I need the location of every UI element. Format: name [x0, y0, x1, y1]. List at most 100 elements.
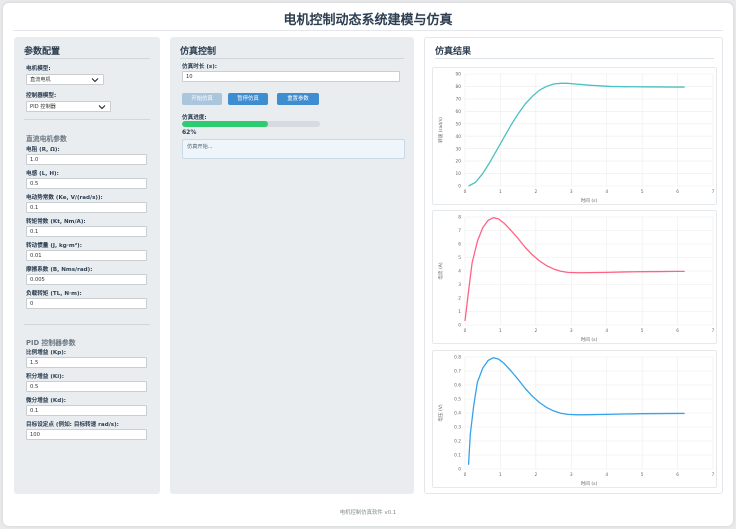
param-label-load-torque: 负载转矩 (TL, N·m): — [26, 291, 82, 297]
page-title: 电机控制动态系统建模与仿真 — [283, 13, 453, 28]
y-tick-label: 70 — [456, 96, 462, 102]
x-tick-label: 5 — [641, 189, 644, 195]
speed-chart-svg: 0 10 20 30 40 50 60 70 80 90 0 1 2 3 4 5 6 7 时间 (s) 转速 (rad… — [437, 72, 715, 204]
y-tick-label: 50 — [456, 121, 462, 127]
param-label-kd: 微分增益 (Kd): — [26, 398, 67, 404]
config-panel: 参数配置 电机模型: 直流电机 控制器模型: PID 控制器 直流电机参数 电阻… — [14, 37, 160, 494]
y-tick-label: 0 — [458, 467, 461, 473]
chevron-down-icon — [91, 78, 99, 83]
results-title-divider — [435, 58, 714, 59]
y-axis-title: 电压 (V) — [437, 404, 444, 422]
y-tick-label: 30 — [456, 146, 462, 152]
control-panel: 仿真控制 仿真时长 (s): 10 开始仿真 暂停仿真 重置参数 仿真进度: 6… — [170, 37, 414, 494]
motor-type-select[interactable]: 直流电机 — [26, 74, 104, 85]
load-torque-input[interactable]: 0 — [26, 298, 147, 309]
x-axis-title: 时间 (s) — [581, 480, 598, 487]
y-tick-label: 0.5 — [454, 397, 461, 403]
motor-params-heading: 直流电机参数 — [26, 135, 67, 143]
x-tick-label: 0 — [464, 189, 467, 195]
x-tick-label: 4 — [605, 189, 608, 195]
kd-input[interactable]: 0.1 — [26, 405, 147, 416]
ki-input[interactable]: 0.5 — [26, 381, 147, 392]
x-tick-label: 7 — [712, 328, 715, 334]
duration-input[interactable]: 10 — [182, 71, 400, 82]
x-tick-label: 3 — [570, 328, 573, 334]
y-tick-label: 4 — [458, 269, 461, 275]
inertia-input[interactable]: 0.01 — [26, 250, 147, 261]
y-tick-label: 40 — [456, 134, 462, 140]
x-tick-label: 6 — [676, 328, 679, 334]
voltage-chart-svg: 0 0.1 0.2 0.3 0.4 0.5 0.6 0.7 0.8 0 1 2 3 4 5 6 7 时间 (s) 电… — [437, 355, 715, 487]
param-label-inertia: 转动惯量 (J, kg·m²): — [26, 243, 82, 249]
y-tick-label: 10 — [456, 171, 462, 177]
pause-simulation-button[interactable]: 暂停仿真 — [228, 93, 268, 105]
y-tick-label: 8 — [458, 215, 461, 221]
ke-input[interactable]: 0.1 — [26, 202, 147, 213]
app-window: 电机控制动态系统建模与仿真 参数配置 电机模型: 直流电机 控制器模型: PID… — [3, 3, 733, 526]
kt-input[interactable]: 0.1 — [26, 226, 147, 237]
controller-type-label: 控制器模型: — [26, 93, 57, 99]
section-divider — [24, 324, 150, 325]
resistance-input[interactable]: 1.0 — [26, 154, 147, 165]
voltage-chart: 0 0.1 0.2 0.3 0.4 0.5 0.6 0.7 0.8 0 1 2 3 4 5 6 7 时间 (s) 电… — [432, 350, 717, 488]
progress-percent: 62% — [182, 129, 197, 136]
x-tick-label: 1 — [499, 328, 502, 334]
x-tick-label: 3 — [570, 189, 573, 195]
x-tick-label: 1 — [499, 472, 502, 478]
progress-bar-fill — [182, 121, 268, 127]
start-simulation-button[interactable]: 开始仿真 — [182, 93, 222, 105]
y-tick-label: 20 — [456, 159, 462, 165]
y-tick-label: 60 — [456, 109, 462, 115]
footer-text: 电机控制仿真软件 v0.1 — [339, 510, 397, 516]
y-tick-label: 6 — [458, 242, 461, 248]
param-label-kt: 转矩常数 (Kt, Nm/A): — [26, 219, 86, 225]
x-tick-label: 3 — [570, 472, 573, 478]
y-axis-title: 转速 (rad/s) — [437, 117, 444, 143]
x-tick-label: 0 — [464, 472, 467, 478]
x-tick-label: 6 — [676, 472, 679, 478]
config-panel-title: 参数配置 — [24, 47, 61, 57]
reset-params-button[interactable]: 重置参数 — [277, 93, 319, 105]
y-tick-label: 3 — [458, 282, 461, 288]
title-divider — [13, 30, 723, 31]
progress-bar — [182, 121, 320, 127]
y-tick-label: 2 — [458, 296, 461, 302]
results-panel-title: 仿真结果 — [435, 47, 472, 57]
y-tick-label: 0.3 — [454, 425, 461, 431]
x-tick-label: 5 — [641, 328, 644, 334]
y-tick-label: 0.7 — [454, 369, 461, 375]
x-tick-label: 2 — [534, 472, 537, 478]
y-tick-label: 7 — [458, 228, 461, 234]
y-tick-label: 0.1 — [454, 453, 461, 459]
y-tick-label: 0.4 — [454, 411, 461, 417]
x-tick-label: 0 — [464, 328, 467, 334]
param-label-kp: 比例增益 (Kp): — [26, 350, 67, 356]
x-tick-label: 7 — [712, 189, 715, 195]
y-tick-label: 90 — [456, 72, 462, 78]
current-chart: 0 1 2 3 4 5 6 7 8 0 1 2 3 4 5 6 7 时间 (s) 电流 (A) — [432, 210, 717, 344]
progress-label: 仿真进度: — [182, 115, 207, 121]
speed-chart: 0 10 20 30 40 50 60 70 80 90 0 1 2 3 4 5 6 7 时间 (s) 转速 (rad… — [432, 67, 717, 205]
y-tick-label: 0.2 — [454, 439, 461, 445]
series-line — [467, 357, 685, 465]
duration-label: 仿真时长 (s): — [182, 64, 218, 70]
y-tick-label: 80 — [456, 84, 462, 90]
y-axis-title: 电流 (A) — [437, 262, 444, 280]
param-label-setpoint: 目标设定点 (例如: 目标转速 rad/s): — [26, 422, 119, 428]
y-tick-label: 0.6 — [454, 383, 461, 389]
x-tick-label: 7 — [712, 472, 715, 478]
control-title-divider — [180, 58, 404, 59]
x-axis-title: 时间 (s) — [581, 336, 598, 343]
y-tick-label: 0 — [458, 323, 461, 329]
series-line — [464, 217, 685, 322]
kp-input[interactable]: 1.5 — [26, 357, 147, 368]
controller-type-select[interactable]: PID 控制器 — [26, 101, 111, 112]
y-tick-label: 0.8 — [454, 355, 461, 361]
controller-type-value: PID 控制器 — [30, 104, 56, 110]
param-label-inductance: 电感 (L, H): — [26, 171, 59, 177]
config-title-divider — [24, 58, 150, 59]
inductance-input[interactable]: 0.5 — [26, 178, 147, 189]
param-label-friction: 摩擦系数 (B, Nms/rad): — [26, 267, 93, 273]
friction-input[interactable]: 0.005 — [26, 274, 147, 285]
setpoint-input[interactable]: 100 — [26, 429, 147, 440]
